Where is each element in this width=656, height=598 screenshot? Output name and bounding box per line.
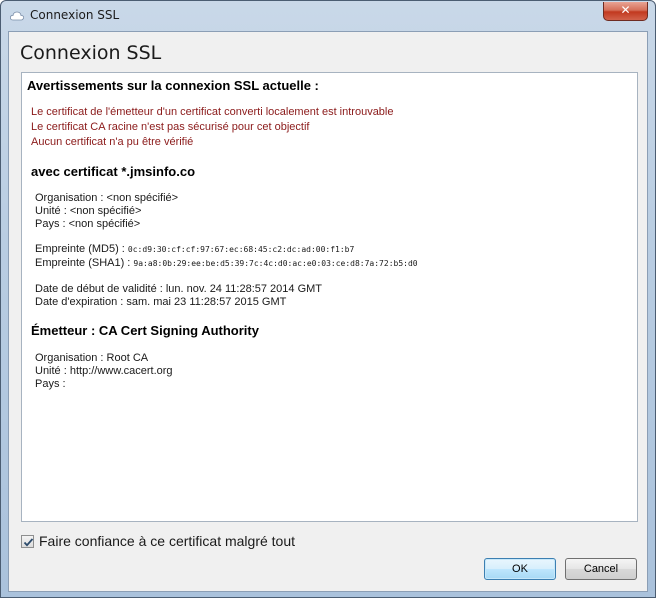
trust-checkbox[interactable] (21, 534, 34, 548)
title-bar[interactable]: Connexion SSL ✕ (1, 1, 655, 31)
cloud-icon (10, 11, 24, 21)
warning-item: Le certificat CA racine n'est pas sécuri… (31, 121, 310, 133)
issuer-heading: Émetteur : CA Cert Signing Authority (31, 323, 259, 338)
fingerprint-sha1-label: Empreinte (SHA1) : (35, 257, 134, 269)
fingerprint-md5: Empreinte (MD5) : 0c:d9:30:cf:cf:97:67:e… (35, 243, 354, 256)
certificate-organisation: Organisation : <non spécifié> (35, 192, 179, 204)
dialog-title: Connexion SSL (20, 42, 162, 64)
window-title: Connexion SSL (30, 8, 120, 22)
ok-button[interactable]: OK (484, 558, 556, 580)
trust-certificate-option[interactable]: Faire confiance à ce certificat malgré t… (21, 532, 295, 550)
issuer-country: Pays : (35, 378, 66, 390)
dialog-client-area: Connexion SSL Avertissements sur la conn… (8, 31, 648, 592)
issuer-organisation: Organisation : Root CA (35, 352, 149, 364)
ssl-dialog-window: Connexion SSL ✕ Connexion SSL Avertissem… (0, 0, 656, 598)
fingerprint-md5-value: 0c:d9:30:cf:cf:97:67:ec:68:45:c2:dc:ad:0… (127, 245, 355, 254)
warnings-heading: Avertissements sur la connexion SSL actu… (27, 78, 319, 93)
validity-start: Date de début de validité : lun. nov. 24… (35, 283, 323, 295)
cancel-button[interactable]: Cancel (565, 558, 637, 580)
warning-item: Aucun certificat n'a pu être vérifié (31, 136, 194, 148)
trust-checkbox-label[interactable]: Faire confiance à ce certificat malgré t… (39, 533, 295, 549)
fingerprint-sha1: Empreinte (SHA1) : 9a:a8:0b:29:ee:be:d5:… (35, 257, 418, 270)
fingerprint-sha1-value: 9a:a8:0b:29:ee:be:d5:39:7c:4c:d0:ac:e0:0… (133, 259, 418, 268)
validity-end: Date d'expiration : sam. mai 23 11:28:57… (35, 296, 287, 308)
certificate-heading: avec certificat *.jmsinfo.co (31, 164, 196, 179)
warnings-list: Le certificat de l'émetteur d'un certifi… (31, 105, 394, 150)
close-icon: ✕ (620, 3, 631, 17)
issuer-unit: Unité : http://www.cacert.org (35, 365, 173, 377)
warning-item: Le certificat de l'émetteur d'un certifi… (31, 106, 394, 118)
certificate-details-panel[interactable]: Avertissements sur la connexion SSL actu… (21, 72, 638, 522)
checkmark-icon (23, 537, 34, 547)
certificate-unit: Unité : <non spécifié> (35, 205, 142, 217)
close-button[interactable]: ✕ (603, 2, 648, 21)
certificate-country: Pays : <non spécifié> (35, 218, 141, 230)
fingerprint-md5-label: Empreinte (MD5) : (35, 243, 128, 255)
